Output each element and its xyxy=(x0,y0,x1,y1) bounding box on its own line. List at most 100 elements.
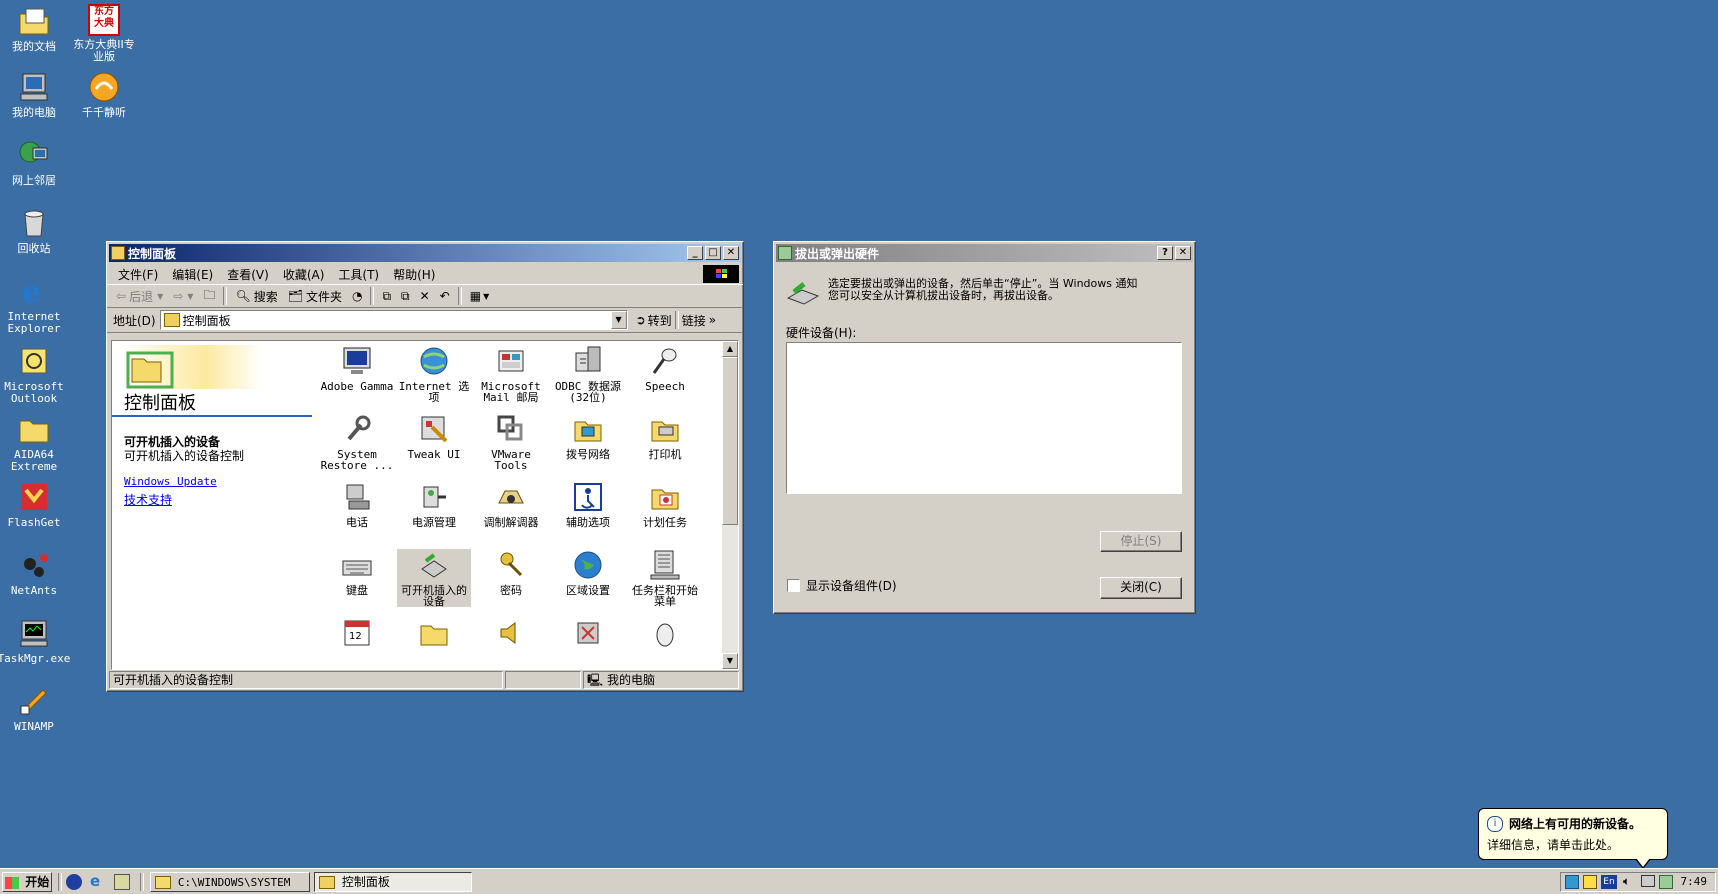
desktop-icon-aida64[interactable]: AIDA64 Extreme xyxy=(0,412,76,473)
eject-hardware-dialog[interactable]: 拔出或弹出硬件 ? ✕ 选定要拔出或弹出的设备，然后单击“停止”。当 Windo… xyxy=(773,241,1196,614)
cp-item-accessibility[interactable]: 辅助选项 xyxy=(551,481,625,528)
minimize-button[interactable]: _ xyxy=(687,246,703,260)
show-desktop-icon[interactable] xyxy=(114,874,130,890)
menubar: 文件(F) 编辑(E) 查看(V) 收藏(A) 工具(T) 帮助(H) xyxy=(107,264,743,284)
close-dialog-button[interactable]: 关闭(C) xyxy=(1100,577,1182,599)
undo-button[interactable]: ↶ xyxy=(435,289,455,303)
desktop-icon-ttplayer[interactable]: 千千静听 xyxy=(62,70,146,119)
internet-explorer-icon[interactable]: e xyxy=(90,874,106,890)
delete-button[interactable]: ✕ xyxy=(415,289,435,303)
clock[interactable]: 7:49 xyxy=(1681,875,1708,888)
cp-item-scheduled-tasks[interactable]: 计划任务 xyxy=(628,481,702,528)
history-button[interactable]: ◔ xyxy=(347,289,367,303)
menu-edit[interactable]: 编辑(E) xyxy=(165,266,220,283)
media-player-icon[interactable] xyxy=(66,874,82,890)
stop-button[interactable]: 停止(S) xyxy=(1100,531,1182,552)
cp-item-sounds[interactable] xyxy=(474,617,548,653)
control-panel-window[interactable]: 控制面板 _ □ ✕ 文件(F) 编辑(E) 查看(V) 收藏(A) 工具(T)… xyxy=(106,241,744,692)
cp-item-speech[interactable]: Speech xyxy=(628,345,702,392)
cp-item-internet-options[interactable]: Internet 选 项 xyxy=(397,345,471,403)
folders-button[interactable]: 🗂︎ 文件夹 xyxy=(283,288,347,305)
cp-item-modems[interactable]: 调制解调器 xyxy=(474,481,548,528)
desktop-icon-taskmgr[interactable]: TaskMgr.exe xyxy=(0,616,76,665)
desktop-icon-outlook[interactable]: Microsoft Outlook xyxy=(0,344,76,405)
control-panel-titlebar[interactable]: 控制面板 _ □ ✕ xyxy=(109,244,741,262)
telephone-icon xyxy=(341,481,373,513)
forward-button[interactable]: ⇨ ▼ xyxy=(168,289,198,303)
printer-folder-icon xyxy=(649,413,681,445)
address-input[interactable]: 控制面板 ▼ xyxy=(159,310,628,330)
scroll-down-button[interactable]: ▼ xyxy=(722,653,738,669)
menu-help[interactable]: 帮助(H) xyxy=(386,266,442,283)
cp-item-fonts-folder[interactable] xyxy=(397,617,471,653)
folder-icon xyxy=(17,4,51,38)
desktop-icon-ie[interactable]: e Internet Explorer xyxy=(0,274,76,335)
task-button-control-panel[interactable]: 控制面板 xyxy=(314,872,472,892)
cp-item-keyboard[interactable]: 键盘 xyxy=(320,549,394,596)
cp-item-odbc[interactable]: ODBC 数据源 (32位) xyxy=(551,345,625,403)
views-button[interactable]: ▦ ▼ xyxy=(465,289,495,303)
help-button[interactable]: ? xyxy=(1157,246,1173,260)
folders-icon: 🗂︎ xyxy=(287,289,303,303)
cp-item-system-restore[interactable]: System Restore ... xyxy=(320,413,394,471)
volume-tray-icon[interactable]: 🔈︎ xyxy=(1623,874,1630,889)
start-button[interactable]: 开始 xyxy=(2,872,52,892)
desktop-icon-winamp[interactable]: WINAMP xyxy=(0,684,76,733)
menu-file[interactable]: 文件(F) xyxy=(111,266,165,283)
maximize-button[interactable]: □ xyxy=(705,246,721,260)
back-button[interactable]: ⇦ 后退 ▼ xyxy=(111,288,168,305)
desktop-icon-netants[interactable]: NetAnts xyxy=(0,548,76,597)
scroll-thumb[interactable] xyxy=(722,357,738,525)
links-button[interactable]: 链接 xyxy=(682,312,706,329)
desktop-icon-flashget[interactable]: FlashGet xyxy=(0,480,76,529)
notification-balloon[interactable]: i 网络上有可用的新设备。 详细信息，请单击此处。 xyxy=(1478,808,1668,869)
winamp-icon xyxy=(17,684,51,718)
language-indicator[interactable]: En xyxy=(1601,875,1617,889)
cp-item-taskbar-start-menu[interactable]: 任务栏和开始 菜单 xyxy=(628,549,702,607)
pnp-tray-icon[interactable] xyxy=(1659,875,1673,889)
cp-item-dialup-networking[interactable]: 拨号网络 xyxy=(551,413,625,460)
cp-item-tweak-ui[interactable]: Tweak UI xyxy=(397,413,471,460)
content-area: 控制面板 可开机插入的设备 可开机插入的设备控制 Windows Update … xyxy=(111,340,739,670)
up-folder-button[interactable]: 🗀 xyxy=(198,286,220,307)
hardware-devices-list[interactable] xyxy=(786,342,1182,494)
desktop-icon-recycle-bin[interactable]: 回收站 xyxy=(0,206,76,255)
monitor-tray-icon[interactable] xyxy=(1641,875,1655,887)
desktop-icon-network[interactable]: 网上邻居 xyxy=(0,138,76,187)
copy-to-button[interactable]: ⧉ xyxy=(396,289,415,304)
cp-item-passwords[interactable]: 密码 xyxy=(474,549,548,596)
cp-item-regional-settings[interactable]: 区域设置 xyxy=(551,549,625,596)
ime-tray-icon[interactable] xyxy=(1583,875,1597,889)
network-tray-icon[interactable] xyxy=(1565,875,1579,889)
cp-item-printers[interactable]: 打印机 xyxy=(628,413,702,460)
show-components-checkbox[interactable]: 显示设备组件(D) xyxy=(787,577,897,594)
close-button[interactable]: ✕ xyxy=(723,246,739,260)
close-button[interactable]: ✕ xyxy=(1175,246,1191,260)
search-button[interactable]: 🔍︎ 搜索 xyxy=(230,288,282,305)
cp-item-add-remove-programs[interactable] xyxy=(551,617,625,653)
cp-item-microsoft-mail[interactable]: Microsoft Mail 邮局 xyxy=(474,345,548,403)
task-button-system-folder[interactable]: C:\WINDOWS\SYSTEM xyxy=(150,872,310,892)
cp-item-telephony[interactable]: 电话 xyxy=(320,481,394,528)
checkbox-box[interactable] xyxy=(787,579,800,592)
menu-favorites[interactable]: 收藏(A) xyxy=(276,266,332,283)
go-button[interactable]: ➲ 转到 xyxy=(636,312,672,329)
scroll-up-button[interactable]: ▲ xyxy=(722,341,738,357)
address-dropdown-button[interactable]: ▼ xyxy=(610,311,627,329)
menu-tools[interactable]: 工具(T) xyxy=(331,266,386,283)
move-to-button[interactable]: ⧉ xyxy=(377,289,396,304)
desktop-icon-dongfang-dadian[interactable]: 东方 大典 东方大典II专 业版 xyxy=(62,4,146,63)
items-grid: Adobe Gamma Internet 选 项 Microsoft Mail … xyxy=(112,341,720,669)
vmware-tools-icon xyxy=(495,413,527,445)
odbc-database-icon xyxy=(572,345,604,377)
cp-item-mouse[interactable] xyxy=(628,617,702,653)
dialog-titlebar[interactable]: 拔出或弹出硬件 ? ✕ xyxy=(776,244,1193,262)
cp-item-vmware-tools[interactable]: VMware Tools xyxy=(474,413,548,471)
cp-item-pnp-devices[interactable]: 可开机插入的 设备 xyxy=(397,549,471,607)
cp-item-date-time[interactable]: 12 xyxy=(320,617,394,653)
cp-item-power-management[interactable]: 电源管理 xyxy=(397,481,471,528)
vertical-scrollbar[interactable]: ▲ ▼ xyxy=(722,341,738,669)
cp-item-adobe-gamma[interactable]: Adobe Gamma xyxy=(320,345,394,392)
chevron-down-icon: ▼ xyxy=(187,291,194,301)
menu-view[interactable]: 查看(V) xyxy=(220,266,276,283)
